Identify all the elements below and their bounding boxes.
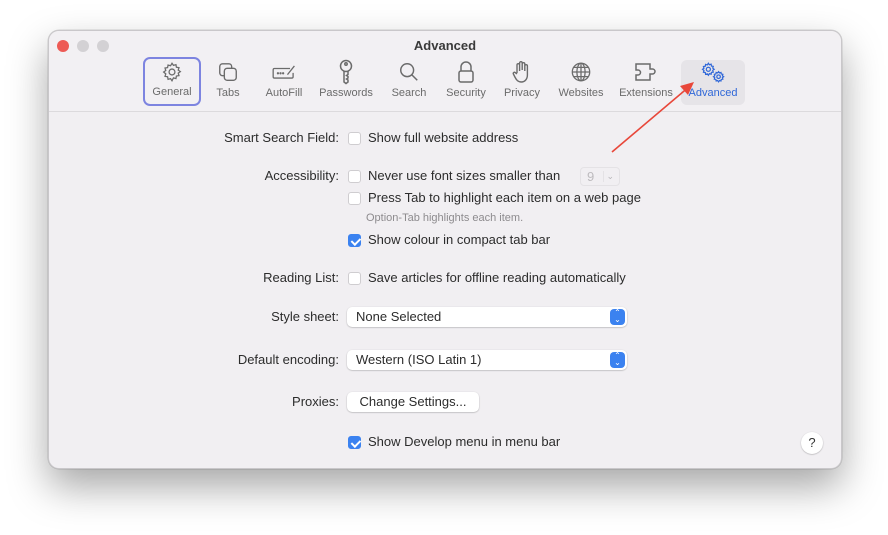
save-offline-label: Save articles for offline reading automa… xyxy=(368,270,626,285)
tab-general[interactable]: General xyxy=(143,57,201,106)
press-tab-hint: Option-Tab highlights each item. xyxy=(366,212,524,224)
safari-settings-window: Advanced General Tabs AutoFill Passwords… xyxy=(48,30,842,469)
tab-label: AutoFill xyxy=(265,87,303,99)
show-colour-checkbox[interactable] xyxy=(348,234,361,247)
hand-icon xyxy=(509,59,535,85)
min-font-size-select[interactable]: 9 ⌄ xyxy=(580,167,620,186)
tab-label: Extensions xyxy=(619,87,673,99)
accessibility-label: Accessibility: xyxy=(264,168,339,183)
min-font-size-label: Never use font sizes smaller than xyxy=(368,168,561,183)
key-icon xyxy=(333,59,359,85)
window-title: Advanced xyxy=(413,38,477,53)
proxies-label: Proxies: xyxy=(292,394,339,409)
tab-label: Privacy xyxy=(503,87,541,99)
updown-chevron-icon: ⌃ ⌄ xyxy=(610,352,625,368)
tab-label: Websites xyxy=(558,87,604,99)
puzzle-icon xyxy=(633,59,659,85)
tab-label: Security xyxy=(446,87,486,99)
style-sheet-label: Style sheet: xyxy=(271,309,339,324)
tabs-icon xyxy=(215,59,241,85)
updown-chevron-icon: ⌃ ⌄ xyxy=(610,309,625,325)
toolbar: Advanced General Tabs AutoFill Passwords… xyxy=(49,31,841,112)
tab-autofill[interactable]: AutoFill xyxy=(259,58,309,105)
smart-search-label: Smart Search Field: xyxy=(224,130,339,145)
show-full-address-checkbox[interactable] xyxy=(348,132,361,145)
tab-search[interactable]: Search xyxy=(387,58,431,105)
style-sheet-select[interactable]: None Selected ⌃ ⌄ xyxy=(347,307,627,327)
show-develop-label: Show Develop menu in menu bar xyxy=(368,434,561,449)
min-font-size-checkbox[interactable] xyxy=(348,170,361,183)
tab-label: Passwords xyxy=(319,87,373,99)
save-offline-checkbox[interactable] xyxy=(348,272,361,285)
tab-extensions[interactable]: Extensions xyxy=(615,58,677,105)
tab-privacy[interactable]: Privacy xyxy=(499,58,545,105)
tab-tabs[interactable]: Tabs xyxy=(207,58,249,105)
lock-icon xyxy=(453,59,479,85)
tab-passwords[interactable]: Passwords xyxy=(315,58,377,105)
show-develop-checkbox[interactable] xyxy=(348,436,361,449)
press-tab-checkbox[interactable] xyxy=(348,192,361,205)
reading-list-label: Reading List: xyxy=(263,270,339,285)
show-colour-label: Show colour in compact tab bar xyxy=(368,232,551,247)
tab-label: General xyxy=(152,86,192,98)
press-tab-label: Press Tab to highlight each item on a we… xyxy=(368,190,641,205)
tab-websites[interactable]: Websites xyxy=(553,58,609,105)
search-icon xyxy=(396,59,422,85)
tab-label: Advanced xyxy=(688,87,738,99)
select-separator xyxy=(603,171,604,182)
globe-icon xyxy=(568,59,594,85)
chevron-down-icon: ⌄ xyxy=(606,171,614,181)
tab-advanced[interactable]: Advanced xyxy=(681,60,745,105)
default-encoding-label: Default encoding: xyxy=(237,352,339,367)
gear-icon xyxy=(159,59,185,84)
help-button[interactable]: ? xyxy=(801,432,823,454)
tab-label: Tabs xyxy=(216,87,240,99)
style-sheet-value: None Selected xyxy=(356,309,442,324)
gears-icon xyxy=(700,60,726,85)
min-font-size-value: 9 xyxy=(587,169,595,184)
default-encoding-select[interactable]: Western (ISO Latin 1) ⌃ ⌄ xyxy=(347,350,627,370)
tab-label: Search xyxy=(391,87,427,99)
change-settings-button[interactable]: Change Settings... xyxy=(347,392,479,412)
show-full-address-label: Show full website address xyxy=(368,130,519,145)
tab-security[interactable]: Security xyxy=(441,58,491,105)
autofill-icon xyxy=(271,59,297,85)
default-encoding-value: Western (ISO Latin 1) xyxy=(356,352,482,367)
